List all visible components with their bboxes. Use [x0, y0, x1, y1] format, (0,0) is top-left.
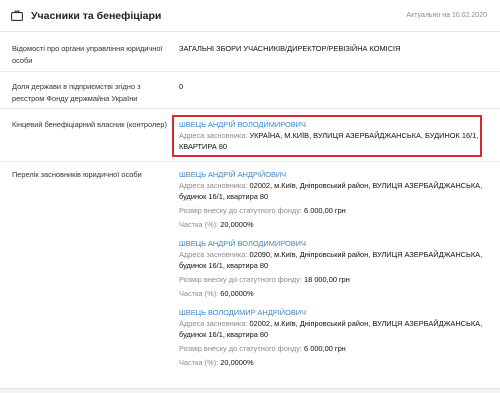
- founder-share-value: 20,0000%: [220, 358, 254, 367]
- founder-capital-value: 6 000,00 грн: [304, 344, 346, 353]
- founder-item: ШВЕЦЬ АНДРІЙ ВОЛОДИМИРОВИЧ Адреса заснов…: [179, 238, 489, 299]
- page-divider: [0, 388, 500, 389]
- founder-item: ШВЕЦЬ ВОЛОДИМИР АНДРІЙОВИЧ Адреса заснов…: [179, 307, 489, 368]
- founders-row: Перелік засновників юридичної особи ШВЕЦ…: [0, 162, 500, 387]
- founder-capital-key: Розмір внеску до статутного фонду:: [179, 206, 302, 215]
- founder-capital: Розмір внеску до статутного фонду: 6 000…: [179, 205, 489, 216]
- founder-address: Адреса засновника: 02090, м.Київ, Дніпро…: [179, 249, 489, 271]
- founder-capital: Розмір внеску до статутного фонду: 18 00…: [179, 274, 489, 285]
- founder-name-link[interactable]: ШВЕЦЬ ВОЛОДИМИР АНДРІЙОВИЧ: [179, 307, 489, 318]
- founder-capital-key: Розмір внеску до статутного фонду:: [179, 275, 302, 284]
- founder-name-link[interactable]: ШВЕЦЬ АНДРІЙ ВОЛОДИМИРОВИЧ: [179, 238, 489, 249]
- actuality-date: Актуально на 10.02.2020: [406, 12, 487, 19]
- founder-share-key: Частка (%):: [179, 358, 219, 367]
- founder-share: Частка (%): 20,0000%: [179, 219, 489, 230]
- founder-name-link[interactable]: ШВЕЦЬ АНДРІЙ АНДРІЙОВИЧ: [179, 169, 489, 180]
- management-label: Відомості про органи управління юридично…: [12, 44, 163, 65]
- founder-address-key: Адреса засновника:: [179, 319, 248, 328]
- state-share-label: Доля держави в підприємстві згідно з реє…: [12, 82, 141, 103]
- management-row: Відомості про органи управління юридично…: [0, 32, 500, 72]
- founder-capital-value: 18 000,00 грн: [304, 275, 350, 284]
- card-header: Учасники та бенефіціари Актуально на 10.…: [0, 0, 500, 32]
- founder-capital-value: 6 000,00 грн: [304, 206, 346, 215]
- founder-share: Частка (%): 60,0000%: [179, 288, 489, 299]
- founders-label: Перелік засновників юридичної особи: [12, 170, 142, 179]
- participants-card: Учасники та бенефіціари Актуально на 10.…: [0, 0, 500, 388]
- founder-share: Частка (%): 20,0000%: [179, 357, 489, 368]
- section-title: Учасники та бенефіціари: [31, 10, 162, 22]
- founder-address: Адреса засновника: 02002, м.Київ, Дніпро…: [179, 318, 489, 340]
- highlight-box: [172, 115, 482, 157]
- founder-item: ШВЕЦЬ АНДРІЙ АНДРІЙОВИЧ Адреса засновник…: [179, 169, 489, 230]
- founder-capital-key: Розмір внеску до статутного фонду:: [179, 344, 302, 353]
- founder-capital: Розмір внеску до статутного фонду: 6 000…: [179, 343, 489, 354]
- founder-share-key: Частка (%):: [179, 289, 219, 298]
- management-value: ЗАГАЛЬНІ ЗБОРИ УЧАСНИКІВ/ДИРЕКТОР/РЕВІЗІ…: [179, 44, 401, 53]
- state-share-row: Доля держави в підприємстві згідно з реє…: [0, 72, 500, 109]
- founder-address: Адреса засновника: 02002, м.Київ, Дніпро…: [179, 180, 489, 202]
- founder-address-key: Адреса засновника:: [179, 250, 248, 259]
- founder-share-value: 60,0000%: [220, 289, 254, 298]
- founder-address-key: Адреса засновника:: [179, 181, 248, 190]
- state-share-value: 0: [179, 82, 184, 91]
- founder-share-key: Частка (%):: [179, 220, 219, 229]
- founder-share-value: 20,0000%: [220, 220, 254, 229]
- beneficiary-label: Кінцевий бенефіціарний власник (контроле…: [12, 120, 167, 129]
- briefcase-icon: [11, 10, 23, 21]
